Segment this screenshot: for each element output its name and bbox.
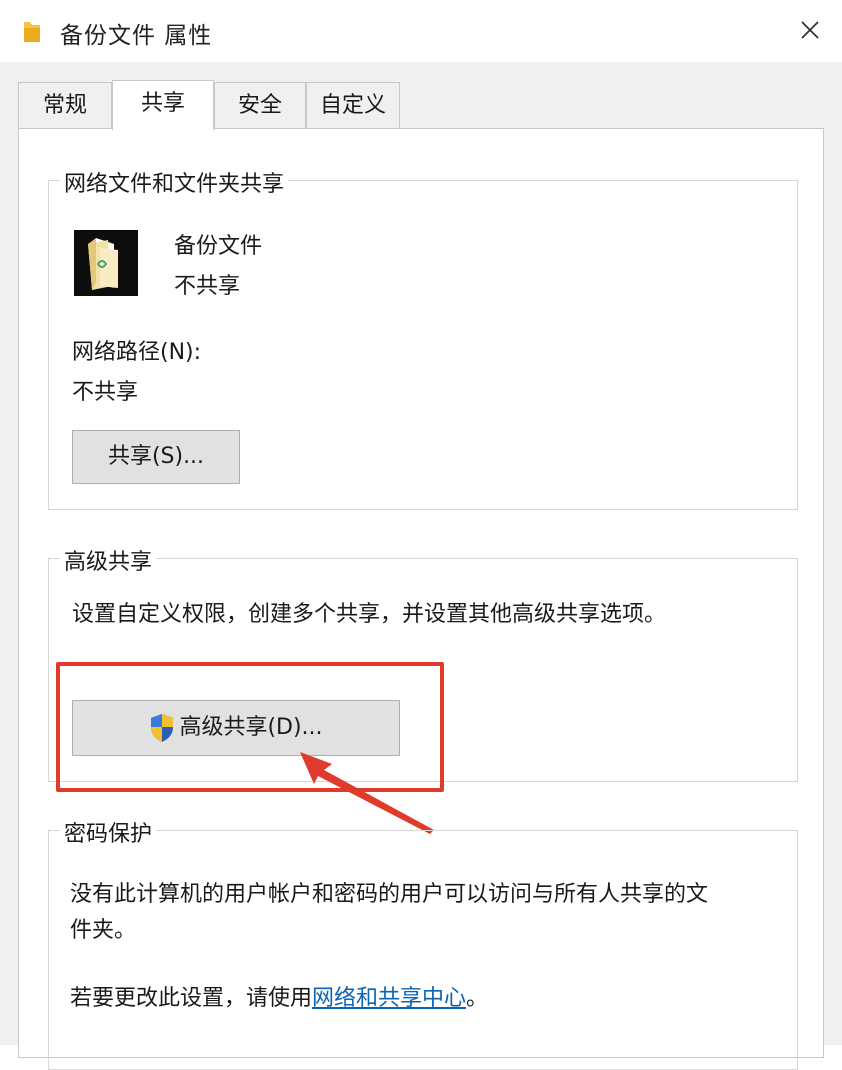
password-description-line1: 没有此计算机的用户帐户和密码的用户可以访问与所有人共享的文 <box>70 882 709 907</box>
password-description-line2: 件夹。 <box>70 918 137 943</box>
window-title: 备份文件 属性 <box>60 23 213 49</box>
share-status: 不共享 <box>174 274 241 299</box>
title-bar: 备份文件 属性 <box>0 0 842 62</box>
tab-customize[interactable]: 自定义 <box>306 82 400 128</box>
change-setting-prefix: 若要更改此设置，请使用 <box>70 986 313 1011</box>
tab-sharing[interactable]: 共享 <box>112 80 214 130</box>
tab-customize-label: 自定义 <box>319 93 386 118</box>
password-protection-group <box>48 830 798 1070</box>
share-button-label: 共享(S)... <box>107 444 205 469</box>
folder-icon <box>24 22 40 42</box>
change-setting-text: 若要更改此设置，请使用网络和共享中心。 <box>70 980 488 1012</box>
password-protection-group-title: 密码保护 <box>60 816 157 848</box>
tab-security[interactable]: 安全 <box>214 82 306 128</box>
advanced-sharing-description: 设置自定义权限，创建多个共享，并设置其他高级共享选项。 <box>72 602 667 627</box>
folder-name: 备份文件 <box>174 234 263 259</box>
tab-sharing-label: 共享 <box>140 91 185 116</box>
tab-security-label: 安全 <box>237 93 282 118</box>
red-arrow-annotation <box>300 752 434 834</box>
change-setting-suffix: 。 <box>466 986 489 1011</box>
close-icon[interactable] <box>792 12 828 48</box>
advanced-sharing-group-title: 高级共享 <box>60 544 157 576</box>
network-sharing-group-title: 网络文件和文件夹共享 <box>60 166 289 198</box>
network-path-label: 网络路径(N): <box>72 340 202 365</box>
share-button[interactable]: 共享(S)... <box>72 430 240 484</box>
tab-general[interactable]: 常规 <box>18 82 112 128</box>
network-sharing-center-link[interactable]: 网络和共享中心 <box>312 986 466 1011</box>
network-path-value: 不共享 <box>72 380 139 405</box>
tab-general-label: 常规 <box>42 93 87 118</box>
shared-folder-icon <box>74 230 138 296</box>
